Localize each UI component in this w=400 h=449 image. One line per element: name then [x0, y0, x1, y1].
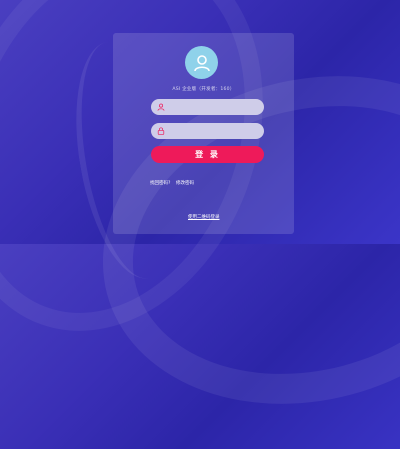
password-field[interactable]: [151, 123, 264, 139]
app-subtitle: ASI 企业版（开发者：160）: [172, 87, 235, 92]
qr-login-link[interactable]: 使用二维码登录: [188, 214, 220, 220]
change-password-link[interactable]: 修改密码: [176, 180, 194, 186]
username-field[interactable]: [151, 99, 264, 115]
avatar: [185, 46, 218, 79]
lock-icon: [157, 127, 165, 135]
login-button[interactable]: 登 录: [151, 146, 264, 163]
forgot-password-link[interactable]: 找回密码?: [150, 180, 170, 186]
user-icon: [157, 103, 165, 111]
username-input[interactable]: [169, 102, 263, 112]
user-icon: [193, 54, 210, 71]
password-input[interactable]: [169, 126, 263, 136]
